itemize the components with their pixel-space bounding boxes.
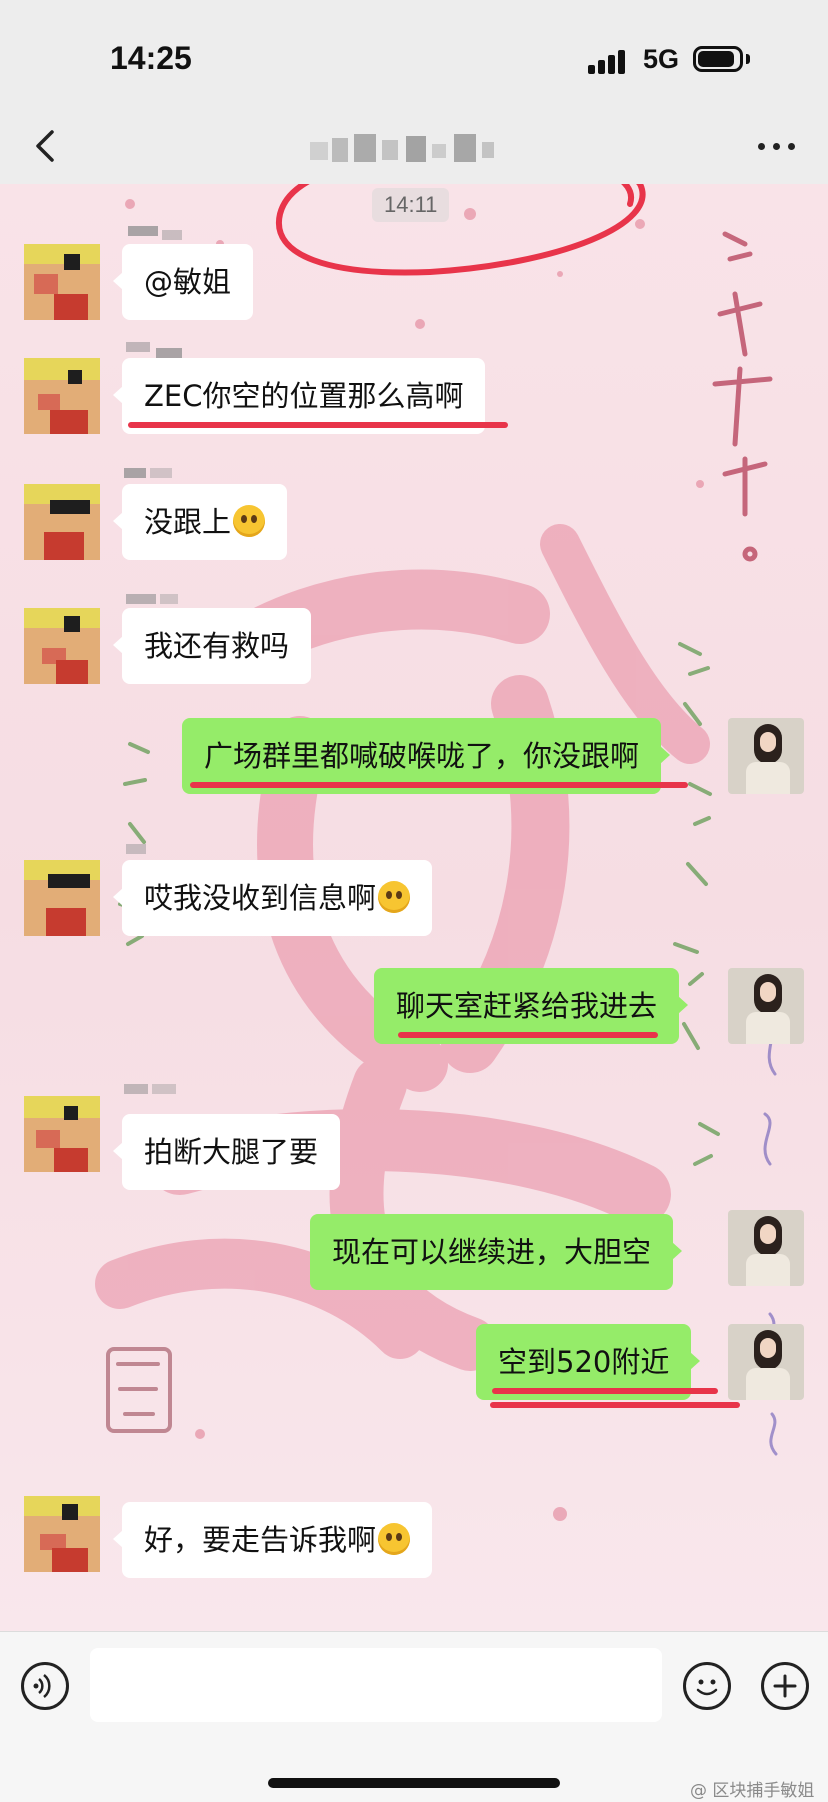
voice-input-button[interactable] bbox=[21, 1662, 69, 1710]
battery-level bbox=[698, 51, 734, 67]
home-indicator bbox=[268, 1778, 560, 1788]
signal-icon bbox=[588, 48, 628, 74]
chat-message-list[interactable]: 14:11 @敏姐 ZEC你空的位置那么高啊 没跟上 我还有救吗 广场群里都喊破… bbox=[0, 184, 828, 1631]
chevron-left-icon bbox=[36, 130, 54, 162]
battery-nub bbox=[746, 54, 750, 64]
annotation-circle bbox=[275, 184, 646, 276]
voice-icon bbox=[33, 1674, 51, 1698]
input-bar: @ 区块捕手敏姐 bbox=[0, 1631, 828, 1802]
network-label: 5G bbox=[643, 44, 680, 74]
plus-icon bbox=[773, 1674, 797, 1698]
message-input[interactable] bbox=[90, 1648, 662, 1722]
emoji-button[interactable] bbox=[683, 1662, 731, 1710]
watermark: @ 区块捕手敏姐 bbox=[690, 1781, 815, 1801]
chat-title-obscured bbox=[310, 134, 530, 164]
battery-icon bbox=[693, 46, 743, 72]
back-button[interactable] bbox=[22, 122, 70, 170]
status-bar: 14:25 5G bbox=[0, 0, 828, 110]
smiley-icon bbox=[696, 1679, 718, 1696]
status-time: 14:25 bbox=[110, 40, 192, 76]
more-options-button[interactable] bbox=[752, 126, 802, 166]
more-functions-button[interactable] bbox=[761, 1662, 809, 1710]
chat-header bbox=[0, 110, 828, 184]
